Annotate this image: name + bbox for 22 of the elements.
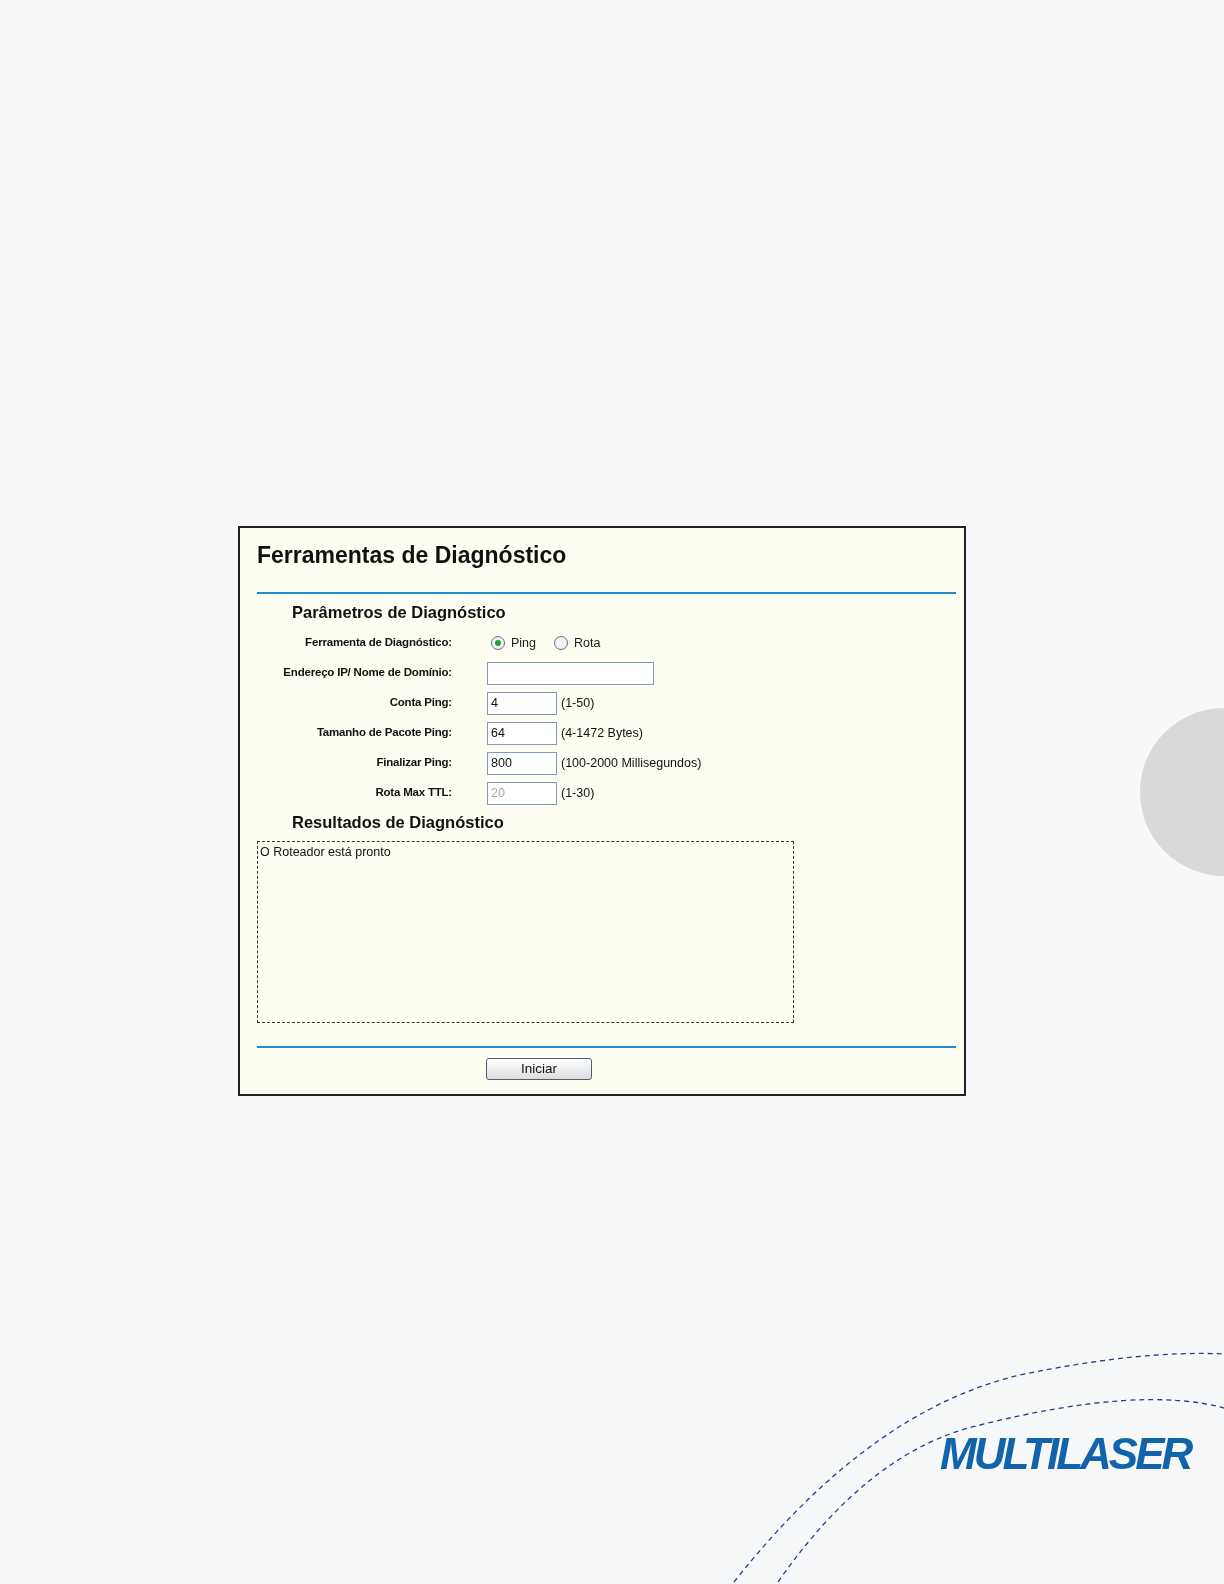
brand-logo: MULTILASER bbox=[940, 1432, 1191, 1476]
section-heading: Resultados de Diagnóstico bbox=[292, 812, 505, 833]
field-label: Rota Max TTL: bbox=[374, 785, 452, 801]
hint-text: (100-2000 Millisegundos) bbox=[561, 754, 702, 772]
hint-text: (4-1472 Bytes) bbox=[561, 724, 643, 742]
input-field[interactable] bbox=[487, 661, 654, 685]
field-label: Finalizar Ping: bbox=[375, 755, 452, 771]
results-box: O Roteador está pronto bbox=[257, 841, 794, 1023]
start-button[interactable]: Iniciar bbox=[486, 1058, 592, 1080]
hint-text: (1-30) bbox=[561, 784, 595, 802]
page-title: Ferramentas de Diagnóstico bbox=[257, 541, 568, 570]
radio-option[interactable]: Rota bbox=[554, 633, 601, 653]
input-field[interactable]: 800 bbox=[487, 751, 557, 775]
hint-text: (1-50) bbox=[561, 694, 595, 712]
field-label: Tamanho de Pacote Ping: bbox=[315, 725, 452, 741]
input-field[interactable]: 64 bbox=[487, 721, 557, 745]
section-heading: Parâmetros de Diagnóstico bbox=[292, 602, 507, 623]
field-label: Conta Ping: bbox=[388, 695, 452, 711]
field-label: Ferramenta de Diagnóstico: bbox=[304, 635, 452, 651]
field-label: Endereço IP/ Nome de Domínio: bbox=[282, 665, 452, 681]
input-field[interactable]: 4 bbox=[487, 691, 557, 715]
radio-option[interactable]: Ping bbox=[491, 633, 537, 653]
